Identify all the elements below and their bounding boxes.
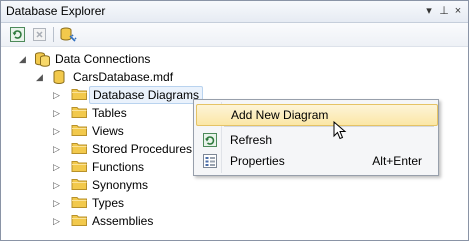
menu-item-label: Refresh: [230, 133, 273, 147]
tree-node-label: Assemblies: [92, 214, 154, 228]
menu-item-label: Add New Diagram: [231, 108, 329, 122]
menu-item-add-new-diagram[interactable]: Add New Diagram: [196, 104, 438, 126]
tree-node-label: Synonyms: [92, 178, 149, 192]
refresh-icon[interactable]: [9, 26, 27, 43]
tree-node-label: CarsDatabase.mdf: [73, 70, 174, 84]
menu-item-refresh[interactable]: Refresh: [196, 130, 436, 150]
toolbar-separator: [53, 27, 54, 42]
tree-node-functions[interactable]: ▷ Functions: [1, 158, 201, 176]
menu-item-label: Properties: [230, 154, 285, 168]
close-icon[interactable]: ×: [451, 3, 465, 19]
tree-node-label: Views: [92, 124, 124, 138]
expand-arrow-icon[interactable]: ▷: [53, 104, 60, 122]
tree-node-label: Functions: [92, 160, 145, 174]
tree-node-tables[interactable]: ▷ Tables: [1, 104, 201, 122]
expand-arrow-icon[interactable]: ▷: [53, 176, 60, 194]
mouse-pointer-icon: [333, 120, 347, 144]
tree-node-views[interactable]: ▷ Views: [1, 122, 201, 140]
menu-separator: [224, 126, 434, 127]
collapse-arrow-icon[interactable]: ◢: [36, 68, 43, 86]
menu-item-properties[interactable]: Properties Alt+Enter: [196, 151, 436, 171]
toolbar: [1, 23, 468, 47]
tree-node-label: Types: [92, 196, 125, 210]
auto-hide-pin-icon[interactable]: ⊥: [437, 3, 451, 19]
expand-arrow-icon[interactable]: ▷: [53, 158, 60, 176]
tree-node-stored-procedures[interactable]: ▷ Stored Procedures: [1, 140, 201, 158]
expand-arrow-icon[interactable]: ▷: [53, 212, 60, 230]
title-bar: Database Explorer ▾ ⊥ ×: [1, 1, 468, 23]
tree-node-label: Stored Procedures: [92, 142, 193, 156]
expand-arrow-icon[interactable]: ▷: [53, 140, 60, 158]
tree-node-label: Tables: [92, 106, 127, 120]
context-menu: Add New Diagram Refresh Properties Alt+E…: [193, 99, 439, 176]
tree-node-database-diagrams[interactable]: ▷ Database Diagrams: [1, 86, 204, 104]
tree-node-label: Data Connections: [55, 52, 151, 66]
tree-node-label: Database Diagrams: [89, 86, 204, 104]
properties-icon: [202, 153, 218, 175]
expand-arrow-icon[interactable]: ▷: [53, 86, 60, 104]
menu-item-shortcut: Alt+Enter: [372, 154, 422, 168]
tree-node-synonyms[interactable]: ▷ Synonyms: [1, 176, 201, 194]
stop-icon[interactable]: [31, 26, 49, 43]
tree-node-data-connections[interactable]: ◢ Data Connections: [1, 50, 181, 68]
collapse-arrow-icon[interactable]: ◢: [19, 50, 26, 68]
tree-node-cars-database[interactable]: ◢ CarsDatabase.mdf: [1, 68, 201, 86]
folder-icon: [71, 213, 88, 232]
connect-to-database-icon[interactable]: [59, 26, 77, 43]
tree-node-types[interactable]: ▷ Types: [1, 194, 201, 212]
expand-arrow-icon[interactable]: ▷: [53, 194, 60, 212]
expand-arrow-icon[interactable]: ▷: [53, 122, 60, 140]
tree-node-assemblies[interactable]: ▷ Assemblies: [1, 212, 201, 230]
window-title: Database Explorer: [6, 4, 106, 18]
window-position-dropdown-icon[interactable]: ▾: [422, 3, 436, 19]
